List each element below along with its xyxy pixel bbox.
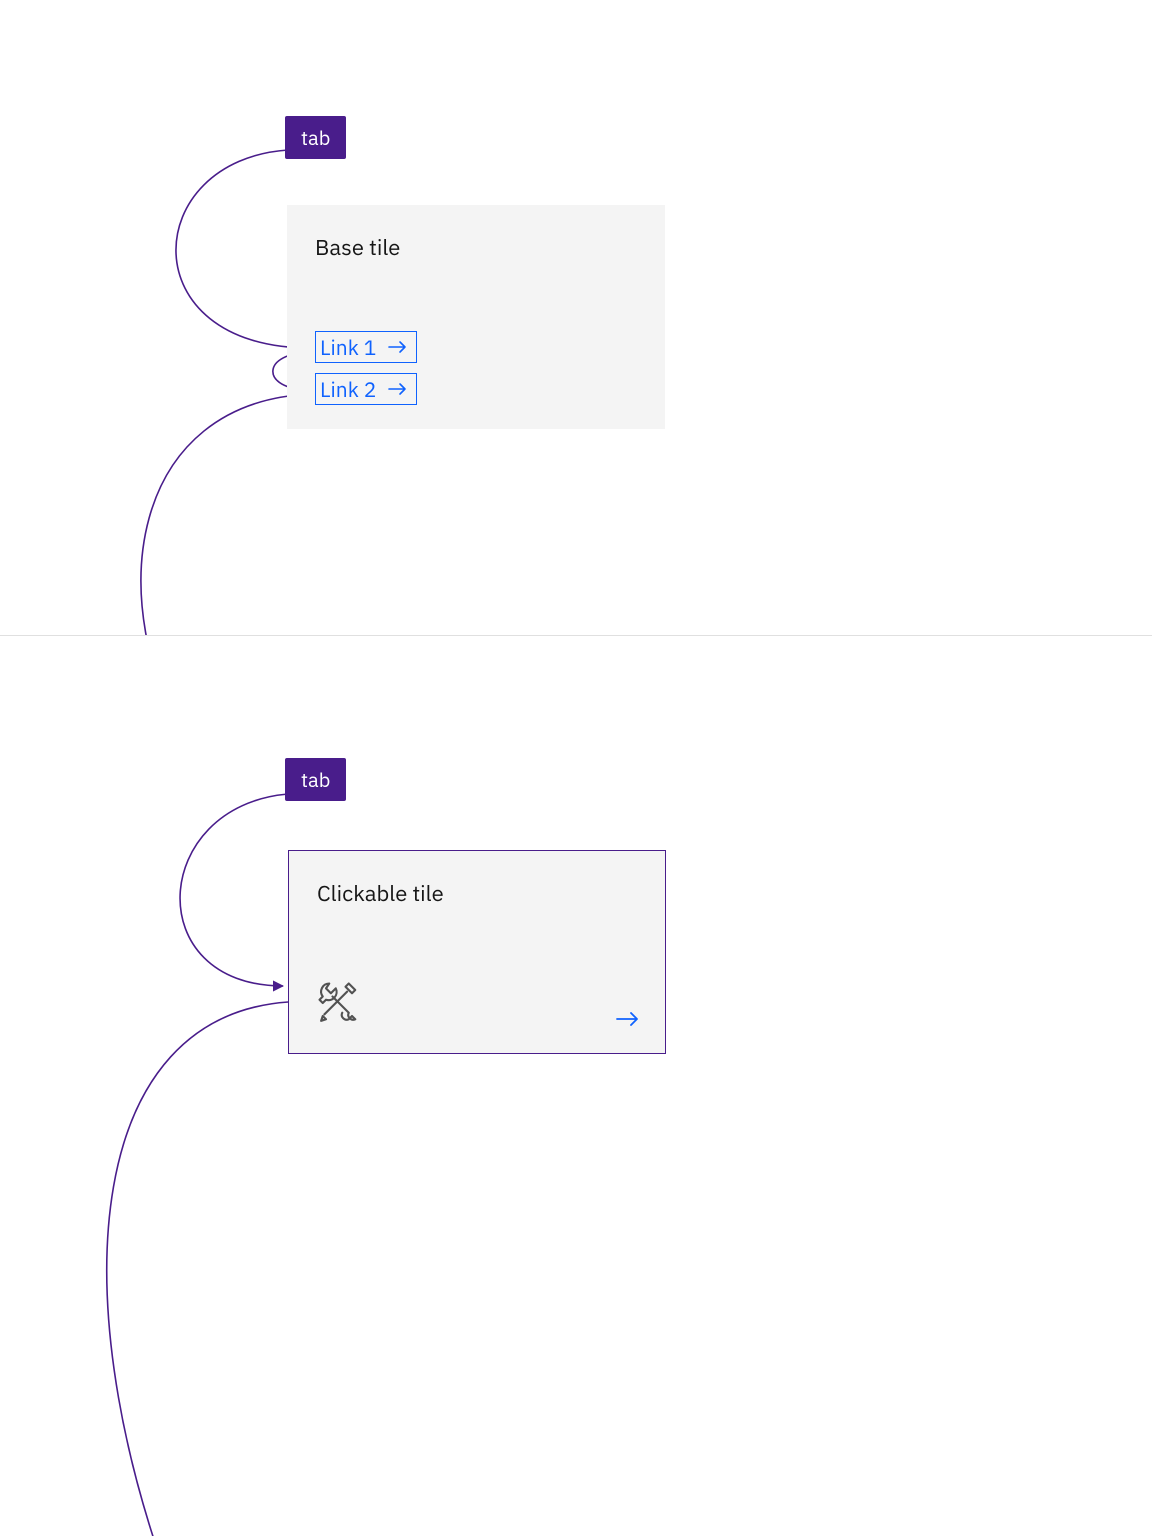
tab-label: tab <box>301 766 330 793</box>
tab-badge-a: tab <box>285 116 346 159</box>
section-clickable-tile: tab Clickable tile <box>0 635 1152 1535</box>
tile-links: Link 1 Link 2 <box>315 331 417 405</box>
arrow-right-icon <box>388 339 408 355</box>
clickable-tile[interactable]: Clickable tile <box>288 850 666 1054</box>
link-2[interactable]: Link 2 <box>315 373 417 405</box>
tile-title: Base tile <box>315 233 637 262</box>
arrow-right-icon <box>615 1009 641 1029</box>
section-base-tile: tab Base tile Link 1 Link 2 <box>0 0 1152 635</box>
tile-title: Clickable tile <box>317 879 637 908</box>
link-1-label: Link 1 <box>320 333 376 361</box>
arrow-right-icon <box>388 381 408 397</box>
link-2-label: Link 2 <box>320 375 376 403</box>
link-1[interactable]: Link 1 <box>315 331 417 363</box>
tab-label: tab <box>301 124 330 151</box>
tab-badge-b: tab <box>285 758 346 801</box>
tools-icon <box>313 977 365 1029</box>
base-tile: Base tile Link 1 Link 2 <box>287 205 665 429</box>
flow-lines-b <box>0 636 1152 1536</box>
